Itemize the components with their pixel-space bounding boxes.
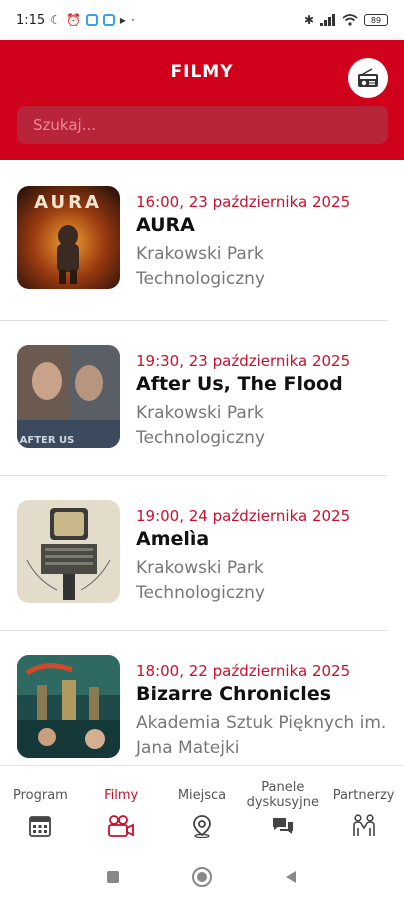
radio-icon	[358, 68, 378, 87]
back-icon[interactable]	[283, 869, 299, 885]
bottom-tab-bar: Program Filmy Miejsca Panele dyskusyjne	[0, 765, 404, 853]
location-pin-icon	[193, 815, 211, 838]
film-title: Amelìa	[136, 528, 210, 550]
page-title: FILMY	[170, 62, 234, 82]
chat-icon	[272, 818, 293, 834]
partners-icon	[352, 814, 375, 836]
poster-text: AURA	[34, 192, 102, 213]
film-poster	[17, 655, 120, 758]
tab-filmy[interactable]: Filmy	[81, 766, 162, 853]
film-datetime: 18:00, 22 października 2025	[136, 662, 351, 680]
search-input[interactable]	[33, 116, 388, 134]
status-time: 1:15	[16, 12, 46, 28]
tab-panele-dyskusyjne[interactable]: Panele dyskusyjne	[242, 766, 323, 853]
tab-label: Panele dyskusyjne	[246, 780, 319, 810]
wifi-icon	[342, 14, 358, 26]
dot-icon: ·	[130, 13, 135, 27]
radio-button[interactable]	[348, 58, 388, 98]
film-item[interactable]: AURA 16:00, 23 października 2025 AURA Kr…	[0, 186, 388, 321]
film-item[interactable]: AFTER US 19:30, 23 października 2025 Aft…	[0, 321, 388, 476]
tab-label: Program	[12, 787, 68, 803]
film-poster	[17, 500, 120, 603]
film-item[interactable]: 19:00, 24 października 2025 Amelìa Krako…	[0, 476, 388, 631]
tab-miejsca[interactable]: Miejsca	[162, 766, 243, 853]
system-nav-bar	[0, 853, 404, 900]
bluetooth-icon: ✱	[303, 13, 314, 27]
tab-label: Partnerzy	[332, 787, 395, 803]
film-poster: AURA	[17, 186, 120, 289]
film-venue: Krakowski Park Technologiczny	[136, 244, 265, 289]
film-list[interactable]: AURA 16:00, 23 października 2025 AURA Kr…	[0, 160, 404, 765]
tab-label: Filmy	[104, 787, 139, 803]
tab-label: Miejsca	[177, 787, 227, 803]
film-venue: Krakowski Park Technologiczny	[136, 558, 265, 603]
film-venue: Krakowski Park Technologiczny	[136, 403, 265, 448]
status-bar: 1:15 ☾ ⏰ ▸ · ✱ 89	[0, 0, 404, 40]
alarm-icon: ⏰	[65, 13, 81, 27]
camera-icon	[108, 815, 135, 837]
play-icon: ▸	[119, 13, 126, 27]
app-header: FILMY	[0, 40, 404, 160]
film-datetime: 16:00, 23 października 2025	[136, 193, 351, 211]
battery-icon: 89	[364, 14, 388, 26]
tab-partnerzy[interactable]: Partnerzy	[323, 766, 404, 853]
film-title: After Us, The Flood	[136, 373, 343, 395]
film-datetime: 19:00, 24 października 2025	[136, 507, 351, 525]
app-notification-icon	[85, 14, 98, 26]
film-title: AURA	[136, 214, 195, 236]
moon-icon: ☾	[50, 13, 61, 27]
home-icon[interactable]	[191, 866, 213, 888]
poster-text: AFTER US	[20, 435, 75, 446]
film-datetime: 19:30, 23 października 2025	[136, 352, 351, 370]
recent-apps-icon[interactable]	[105, 869, 121, 885]
calendar-icon	[29, 816, 52, 837]
film-poster: AFTER US	[17, 345, 120, 448]
tab-program[interactable]: Program	[0, 766, 81, 853]
app-notification-icon	[102, 14, 115, 26]
search-box[interactable]	[17, 106, 388, 144]
film-title: Bizarre Chronicles	[136, 683, 332, 705]
film-item[interactable]: 18:00, 22 października 2025 Bizarre Chro…	[0, 631, 388, 765]
film-venue: Akademia Sztuk Pięknych im. Jana Matejki	[136, 713, 387, 758]
signal-icon	[320, 14, 335, 26]
